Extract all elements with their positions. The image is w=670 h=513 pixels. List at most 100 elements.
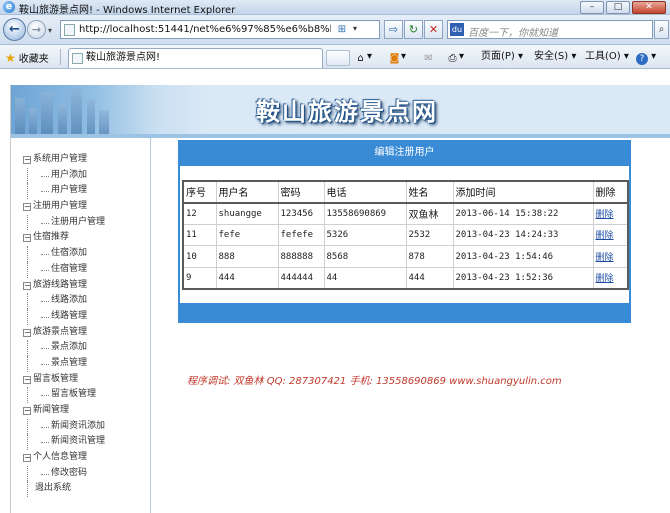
sidebar-group-label: 旅游景点管理 [33, 326, 88, 337]
maximize-button[interactable]: □ [606, 1, 630, 14]
collapse-icon[interactable]: − [23, 407, 31, 415]
sidebar-group[interactable]: − 旅游景点管理 [23, 325, 105, 341]
feeds-button[interactable]: ◙ ▾ [388, 50, 406, 65]
delete-link[interactable]: 删除 [596, 274, 614, 284]
back-button[interactable]: ← [3, 18, 26, 41]
search-icon[interactable]: ⌕ [654, 20, 669, 39]
history-dropdown-icon[interactable]: ▾ [48, 26, 52, 35]
logout-link[interactable]: 退出系统 [23, 481, 105, 497]
sidebar-group-label: 个人信息管理 [33, 452, 88, 463]
collapse-icon[interactable]: − [23, 375, 31, 384]
sidebar-group[interactable]: − 注册用户管理 [23, 199, 105, 215]
table-row: 9 444 444444 44 444 2013-04-23 1:52:36 删… [182, 266, 629, 290]
go-icon[interactable]: ⇨ [384, 20, 403, 39]
delete-link[interactable]: 删除 [596, 210, 614, 220]
window-title: 鞍山旅游景点网! - Windows Internet Explorer [19, 5, 236, 16]
cell-name: 2532 [405, 223, 454, 247]
delete-link[interactable]: 删除 [596, 253, 614, 263]
sidebar-item[interactable]: 注册用户管理 [23, 214, 106, 231]
sidebar-item[interactable]: 线路管理 [23, 308, 105, 325]
table-row: 10 888 888888 8568 878 2013-04-23 1:54:4… [182, 245, 629, 268]
column-header-password: 密码 [277, 180, 325, 204]
address-dropdown-icon[interactable]: ▾ [353, 24, 357, 33]
sidebar-group[interactable]: − 留言板管理 [23, 372, 105, 388]
users-table: 序号 用户名 密码 电话 姓名 添加时间 删除 12 shuangge 1234… [182, 180, 629, 290]
cell-name: 878 [405, 245, 454, 268]
new-tab-button[interactable] [326, 50, 350, 66]
refresh-icon[interactable]: ↻ [404, 20, 423, 39]
sidebar-item-label: 景点添加 [51, 342, 88, 353]
cell-id: 11 [182, 223, 217, 247]
delete-link[interactable]: 删除 [596, 231, 614, 241]
sidebar-group[interactable]: − 个人信息管理 [23, 450, 105, 466]
sidebar-item-label: 注册用户管理 [51, 216, 106, 227]
favorites-button[interactable]: ★ 收藏夹 [5, 50, 49, 66]
cell-password: 888888 [277, 245, 325, 268]
cell-username: fefe [215, 223, 279, 247]
search-input[interactable]: du 百度一下，你就知道 [447, 20, 653, 39]
cell-id: 9 [182, 266, 217, 290]
tools-menu[interactable]: 工具(O) ▾ [585, 50, 629, 64]
sidebar-item-label: 用户添加 [51, 169, 88, 180]
sidebar-group[interactable]: − 系统用户管理 [23, 152, 105, 168]
sidebar-group[interactable]: − 旅游线路管理 [23, 278, 105, 294]
print-button[interactable]: ⎙ ▾ [446, 50, 465, 65]
address-input[interactable]: http://localhost:51441/net%e6%97%85%e6%b… [60, 20, 380, 39]
browser-tab[interactable]: 鞍山旅游景点网! [68, 48, 323, 68]
address-toolbar: ← → ▾ http://localhost:51441/net%e6%97%8… [0, 15, 670, 45]
cell-delete: 删除 [592, 245, 629, 268]
cell-added-time: 2013-04-23 1:52:36 [452, 266, 594, 290]
sidebar-item[interactable]: 住宿管理 [23, 261, 105, 278]
cell-added-time: 2013-06-14 15:38:22 [452, 202, 594, 225]
sidebar-item[interactable]: 新闻资讯添加 [23, 418, 106, 435]
forward-button[interactable]: → [27, 20, 46, 39]
search-placeholder: 百度一下，你就知道 [468, 28, 558, 39]
developer-credit: 程序调试: 双鱼林 QQ: 287307421 手机: 13558690869 … [187, 376, 562, 387]
sidebar-item[interactable]: 留言板管理 [23, 387, 105, 403]
close-button[interactable]: ✕ [632, 1, 666, 14]
help-menu[interactable]: ? ▾ [636, 50, 656, 65]
sidebar-group[interactable]: − 新闻管理 [23, 403, 105, 419]
compatibility-view-icon[interactable]: ⊞ [335, 23, 349, 37]
sidebar-group-label: 留言板管理 [33, 373, 79, 384]
logout-label: 退出系统 [35, 483, 72, 494]
mail-button[interactable]: ✉ [422, 50, 435, 65]
cell-delete: 删除 [592, 223, 629, 247]
cell-username: 444 [215, 266, 279, 290]
collapse-icon[interactable]: − [23, 156, 31, 164]
command-bar: ★ 收藏夹 鞍山旅游景点网! ⌂ ▾ ◙ ▾ ✉ ⎙ ▾ 页面(P) ▾ 安全(S) … [0, 45, 670, 69]
sidebar-item[interactable]: 修改密码 [23, 465, 105, 482]
page-menu[interactable]: 页面(P) ▾ [481, 50, 523, 64]
address-url[interactable]: http://localhost:51441/net%e6%97%85%e6%b… [79, 24, 331, 35]
sidebar-item[interactable]: 线路添加 [23, 293, 105, 309]
cell-id: 12 [182, 202, 217, 225]
help-icon: ? [636, 53, 648, 65]
minimize-button[interactable]: – [580, 1, 604, 14]
sidebar-item-label: 住宿管理 [51, 263, 88, 274]
sidebar-item[interactable]: 用户添加 [23, 167, 105, 184]
collapse-icon[interactable]: − [23, 281, 31, 290]
building-graphic [87, 100, 95, 138]
sidebar-group-label: 新闻管理 [33, 405, 70, 415]
sidebar: − 系统用户管理 用户添加用户管理 − 注册用户管理 注册用户管理 − 住宿推荐 住宿添加 住宿管… [11, 138, 151, 513]
sidebar-item[interactable]: 用户管理 [23, 183, 105, 199]
home-button[interactable]: ⌂ ▾ [354, 50, 372, 65]
collapse-icon[interactable]: − [23, 203, 31, 212]
sidebar-item-label: 新闻资讯添加 [51, 420, 106, 431]
stop-icon[interactable]: ✕ [424, 20, 443, 39]
column-header-added-time: 添加时间 [452, 180, 594, 204]
ie-logo-icon: e [3, 1, 15, 13]
sidebar-group[interactable]: − 住宿推荐 [23, 230, 105, 246]
collapse-icon[interactable]: − [23, 454, 31, 463]
safety-menu[interactable]: 安全(S) ▾ [534, 50, 576, 64]
sidebar-item[interactable]: 景点添加 [23, 340, 105, 356]
sidebar-item[interactable]: 景点管理 [23, 355, 105, 372]
collapse-icon[interactable]: − [23, 328, 31, 337]
column-header-username: 用户名 [215, 180, 279, 204]
collapse-icon[interactable]: − [23, 234, 31, 243]
tab-page-icon [72, 53, 83, 64]
sidebar-item[interactable]: 新闻资讯管理 [23, 434, 105, 450]
sidebar-item[interactable]: 住宿添加 [23, 246, 105, 262]
tab-title: 鞍山旅游景点网! [86, 52, 161, 63]
page-menu-label: 页面(P) [481, 51, 515, 62]
